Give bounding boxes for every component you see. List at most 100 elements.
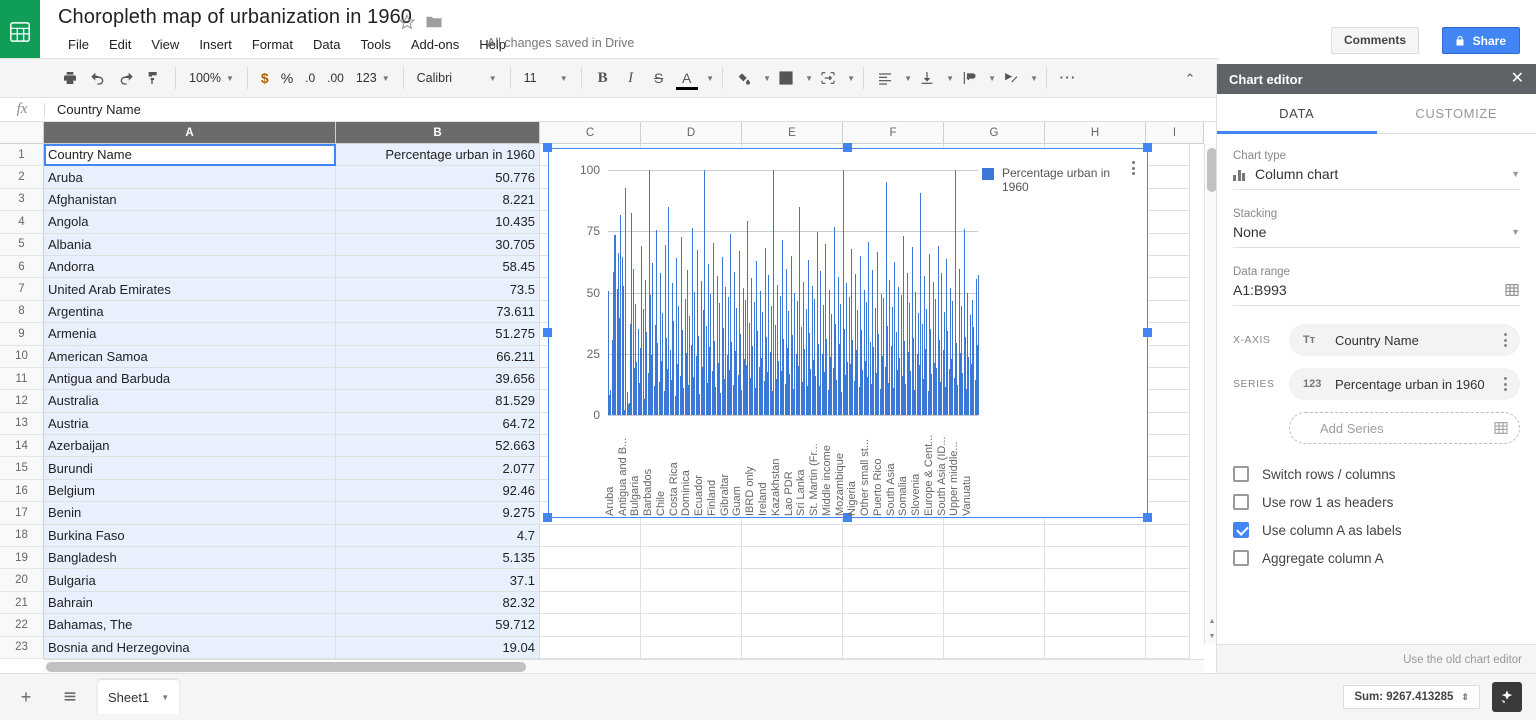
cell-empty[interactable] bbox=[540, 591, 641, 615]
cell-empty[interactable] bbox=[944, 524, 1045, 548]
cell-a6[interactable]: Andorra bbox=[44, 255, 336, 279]
cell-empty[interactable] bbox=[1146, 524, 1190, 548]
cell-empty[interactable] bbox=[641, 636, 742, 659]
chevron-down-icon[interactable]: ▼ bbox=[1025, 64, 1039, 92]
cell-b22[interactable]: 59.712 bbox=[336, 614, 540, 637]
cell-empty[interactable] bbox=[742, 591, 843, 615]
chart-bar[interactable] bbox=[622, 285, 624, 415]
menu-addons[interactable]: Add-ons bbox=[401, 33, 469, 56]
font-selector[interactable]: Calibri ▼ bbox=[411, 65, 503, 91]
menu-insert[interactable]: Insert bbox=[189, 33, 242, 56]
sum-stepper-icon[interactable]: ⇕ bbox=[1461, 692, 1469, 703]
column-header-c[interactable]: C bbox=[540, 122, 641, 144]
cell-a3[interactable]: Afghanistan bbox=[44, 188, 336, 212]
checkbox-icon[interactable] bbox=[1233, 494, 1249, 510]
menu-view[interactable]: View bbox=[141, 33, 189, 56]
cell-empty[interactable] bbox=[1045, 569, 1146, 592]
column-header-a[interactable]: A bbox=[44, 122, 336, 144]
cell-b2[interactable]: 50.776 bbox=[336, 166, 540, 189]
cell-a14[interactable]: Azerbaijan bbox=[44, 435, 336, 458]
cell-empty[interactable] bbox=[1045, 591, 1146, 615]
merge-cells-icon[interactable] bbox=[814, 64, 842, 92]
cell-b16[interactable]: 92.46 bbox=[336, 479, 540, 503]
menu-data[interactable]: Data bbox=[303, 33, 350, 56]
cell-a1[interactable]: Country Name bbox=[44, 144, 336, 167]
cell-empty[interactable] bbox=[1146, 614, 1190, 637]
checkbox-icon-checked[interactable] bbox=[1233, 522, 1249, 538]
chevron-down-icon[interactable]: ▼ bbox=[701, 64, 715, 92]
menu-tools[interactable]: Tools bbox=[350, 33, 400, 56]
cell-a15[interactable]: Burundi bbox=[44, 457, 336, 480]
cell-b6[interactable]: 58.45 bbox=[336, 255, 540, 279]
cell-empty[interactable] bbox=[540, 524, 641, 548]
row-header[interactable]: 7 bbox=[0, 278, 44, 301]
cell-empty[interactable] bbox=[944, 547, 1045, 570]
cell-empty[interactable] bbox=[1146, 457, 1190, 480]
cell-empty[interactable] bbox=[1146, 188, 1190, 212]
cell-empty[interactable] bbox=[1146, 278, 1190, 301]
comments-button[interactable]: Comments bbox=[1330, 27, 1419, 54]
cell-a20[interactable]: Bulgaria bbox=[44, 569, 336, 592]
row-header[interactable]: 10 bbox=[0, 345, 44, 368]
chevron-down-icon[interactable]: ▼ bbox=[983, 64, 997, 92]
cell-b10[interactable]: 66.211 bbox=[336, 345, 540, 368]
borders-icon[interactable] bbox=[772, 64, 800, 92]
column-header-f[interactable]: F bbox=[843, 122, 944, 144]
row-header[interactable]: 19 bbox=[0, 547, 44, 570]
cell-empty[interactable] bbox=[1146, 412, 1190, 436]
cell-b23[interactable]: 19.04 bbox=[336, 636, 540, 659]
row-header[interactable]: 12 bbox=[0, 390, 44, 413]
resize-handle-w[interactable] bbox=[543, 328, 552, 337]
print-icon[interactable] bbox=[56, 64, 84, 92]
cell-empty[interactable] bbox=[843, 547, 944, 570]
cell-b4[interactable]: 10.435 bbox=[336, 211, 540, 234]
checkbox-icon[interactable] bbox=[1233, 466, 1249, 482]
text-color-button[interactable]: A bbox=[673, 64, 701, 92]
cell-a2[interactable]: Aruba bbox=[44, 166, 336, 189]
row-header[interactable]: 13 bbox=[0, 412, 44, 436]
chevron-down-icon[interactable]: ▼ bbox=[842, 64, 856, 92]
cell-empty[interactable] bbox=[1045, 524, 1146, 548]
cell-empty[interactable] bbox=[1146, 211, 1190, 234]
row-header[interactable]: 16 bbox=[0, 479, 44, 503]
select-range-icon[interactable] bbox=[1493, 420, 1509, 436]
cell-empty[interactable] bbox=[742, 524, 843, 548]
cell-empty[interactable] bbox=[1146, 636, 1190, 659]
horizontal-align-icon[interactable] bbox=[871, 64, 899, 92]
paint-format-icon[interactable] bbox=[140, 64, 168, 92]
row-header[interactable]: 3 bbox=[0, 188, 44, 212]
fill-color-icon[interactable] bbox=[730, 64, 758, 92]
cell-empty[interactable] bbox=[1146, 502, 1190, 525]
cell-empty[interactable] bbox=[1146, 547, 1190, 570]
cell-a8[interactable]: Argentina bbox=[44, 300, 336, 324]
number-format-button[interactable]: 123 ▼ bbox=[350, 65, 396, 91]
row-header[interactable]: 11 bbox=[0, 367, 44, 391]
chevron-down-icon[interactable]: ▼ bbox=[941, 64, 955, 92]
stacking-select[interactable]: None ▼ bbox=[1233, 224, 1520, 248]
series-options-icon[interactable] bbox=[1498, 377, 1512, 391]
cell-empty[interactable] bbox=[1146, 390, 1190, 413]
cell-b1[interactable]: Percentage urban in 1960 bbox=[336, 144, 540, 167]
cell-empty[interactable] bbox=[1146, 569, 1190, 592]
cell-empty[interactable] bbox=[944, 591, 1045, 615]
explore-button[interactable] bbox=[1492, 682, 1522, 712]
cell-empty[interactable] bbox=[1146, 323, 1190, 346]
column-header-b[interactable]: B bbox=[336, 122, 540, 144]
cell-empty[interactable] bbox=[641, 524, 742, 548]
chevron-down-icon[interactable]: ▼ bbox=[899, 64, 913, 92]
cell-empty[interactable] bbox=[540, 614, 641, 637]
checkbox-use-row-1-as-headers[interactable]: Use row 1 as headers bbox=[1233, 494, 1520, 510]
currency-format-button[interactable]: $ bbox=[255, 65, 275, 91]
cell-empty[interactable] bbox=[843, 569, 944, 592]
cell-b8[interactable]: 73.611 bbox=[336, 300, 540, 324]
tab-data[interactable]: DATA bbox=[1217, 94, 1377, 134]
cell-empty[interactable] bbox=[1146, 367, 1190, 391]
cell-b17[interactable]: 9.275 bbox=[336, 502, 540, 525]
cell-empty[interactable] bbox=[1146, 591, 1190, 615]
row-header[interactable]: 5 bbox=[0, 233, 44, 256]
cell-empty[interactable] bbox=[1146, 255, 1190, 279]
increase-decimal-button[interactable]: .00 bbox=[321, 65, 350, 91]
cell-empty[interactable] bbox=[742, 569, 843, 592]
cell-a9[interactable]: Armenia bbox=[44, 323, 336, 346]
column-header-g[interactable]: G bbox=[944, 122, 1045, 144]
